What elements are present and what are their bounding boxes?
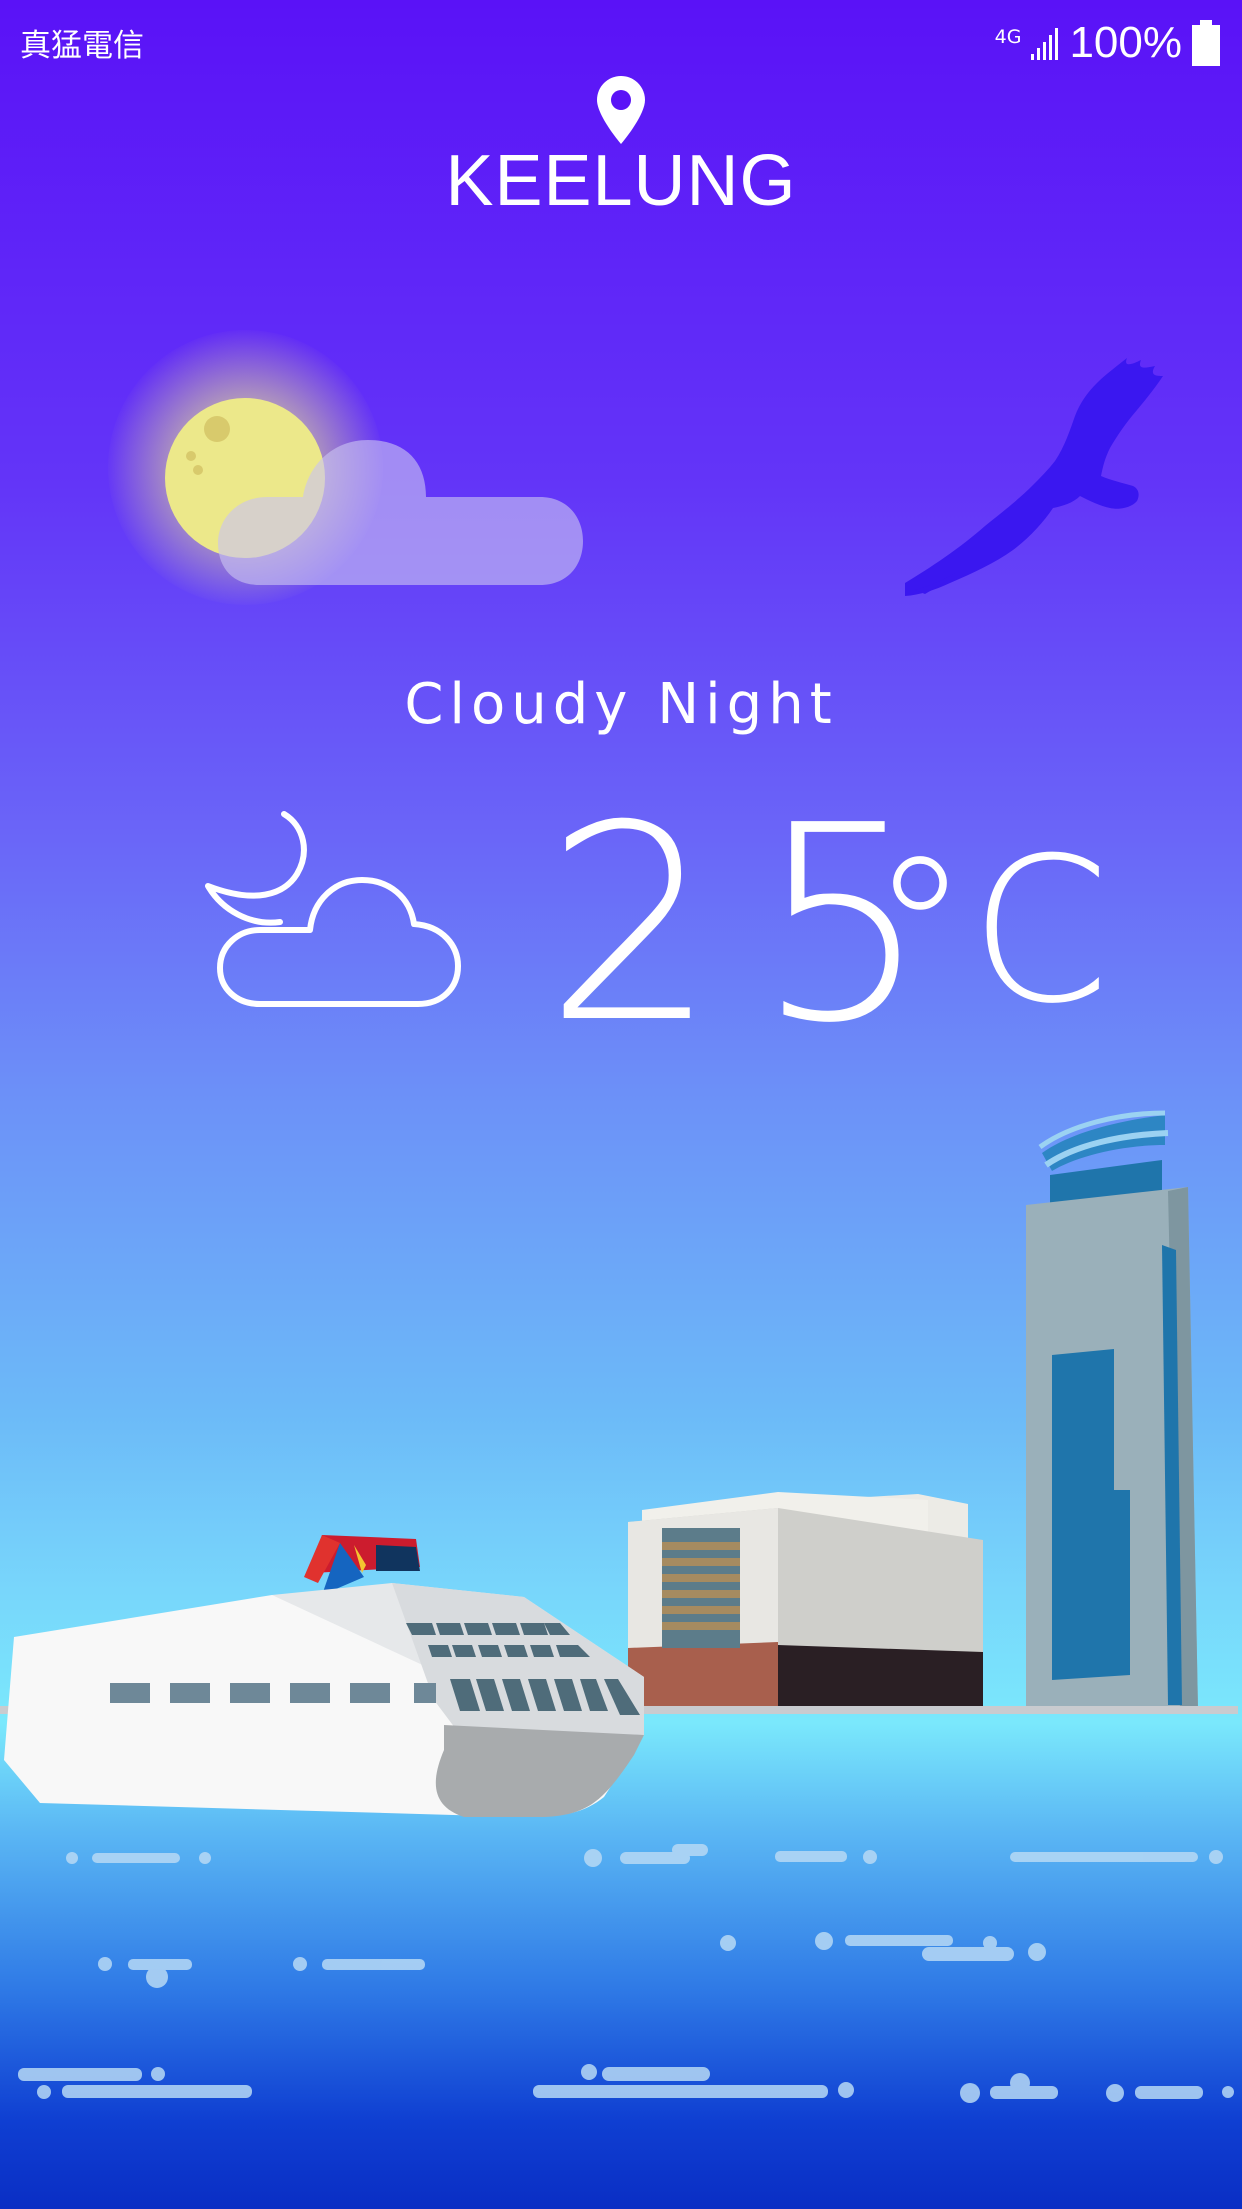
water-ripples bbox=[18, 1844, 1234, 2103]
temperature-unit: °C bbox=[870, 815, 1110, 1048]
skyscraper-illustration bbox=[1026, 1110, 1198, 1710]
location-pin-icon bbox=[597, 76, 645, 144]
cruise-ship-illustration bbox=[4, 1535, 644, 1817]
carrier-name: 真猛電信 bbox=[20, 28, 144, 64]
weather-condition: Cloudy Night bbox=[404, 672, 838, 737]
cloud-icon bbox=[218, 440, 583, 585]
signal-icon bbox=[1031, 28, 1059, 60]
eagle-icon bbox=[905, 358, 1163, 596]
network-type: 4G bbox=[994, 26, 1022, 48]
city-name: KEELUNG bbox=[445, 141, 797, 221]
status-icons: 4G 100% bbox=[995, 18, 1222, 68]
building-illustration bbox=[628, 1492, 983, 1712]
battery-percent: 100% bbox=[1069, 18, 1182, 67]
battery-icon bbox=[1192, 20, 1220, 66]
cloudy-night-icon bbox=[205, 811, 461, 1007]
